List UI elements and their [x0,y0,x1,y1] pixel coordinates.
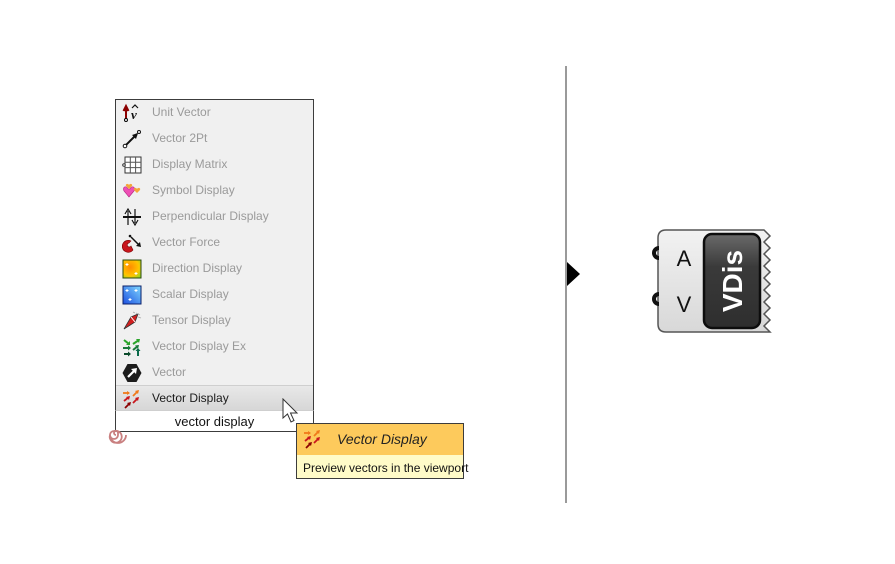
tooltip-description: Preview vectors in the viewport [303,461,469,475]
menu-item-label: Perpendicular Display [152,209,269,223]
menu-item-label: Display Matrix [152,157,228,171]
menu-item-unit-vector[interactable]: v Unit Vector [116,100,313,126]
spiral-cursor-icon [108,429,127,444]
menu-item-vector-display-ex[interactable]: Vector Display Ex [116,334,313,360]
vector-display-icon [304,430,320,449]
tooltip-title: Vector Display [337,431,427,447]
tooltip-header: Vector Display [297,424,463,455]
component-nickname: VDis [717,250,748,312]
menu-item-symbol-display[interactable]: Symbol Display [116,178,313,204]
menu-item-vector-force[interactable]: Vector Force [116,230,313,256]
scalar-display-icon [122,285,142,305]
perpendicular-display-icon [123,207,141,227]
menu-item-label: Tensor Display [152,313,231,327]
vector-display-ex-icon [123,339,141,357]
direction-display-icon [122,259,142,279]
menu-item-label: Vector [152,365,187,379]
component-search-menu: v Unit Vector Vector 2Pt Display Matrix … [115,99,314,411]
menu-item-label: Vector 2Pt [152,131,208,145]
vector-force-icon [122,234,141,253]
input-label-a: A [677,246,692,271]
mouse-pointer-icon [282,398,299,423]
menu-item-label: Vector Display Ex [152,339,247,353]
vector-2pt-icon [122,130,141,149]
menu-item-vector-2pt[interactable]: Vector 2Pt [116,126,313,152]
vector-display-component[interactable]: A V VDis [646,228,781,334]
vector-icon [122,364,142,382]
menu-item-label: Unit Vector [152,105,211,119]
svg-text:v: v [131,107,137,122]
input-label-v: V [677,292,692,317]
menu-item-label: Vector Force [152,235,221,249]
unit-vector-icon: v [122,103,139,122]
menu-item-label: Symbol Display [152,183,235,197]
menu-item-vector[interactable]: Vector [116,360,313,386]
vector-display-icon [123,390,139,409]
menu-item-label: Vector Display [152,391,229,405]
menu-item-scalar-display[interactable]: Scalar Display [116,282,313,308]
menu-item-label: Scalar Display [152,287,229,301]
tooltip: Vector Display Preview vectors in the vi… [296,423,468,479]
symbol-display-icon [123,183,141,198]
menu-item-perpendicular-display[interactable]: Perpendicular Display [116,204,313,230]
display-matrix-icon [122,156,142,174]
menu-item-label: Direction Display [152,261,243,275]
tensor-display-icon [123,311,142,330]
menu-item-display-matrix[interactable]: Display Matrix [116,152,313,178]
menu-item-direction-display[interactable]: Direction Display [116,256,313,282]
divider-arrow-icon[interactable] [567,262,580,286]
menu-item-tensor-display[interactable]: Tensor Display [116,308,313,334]
